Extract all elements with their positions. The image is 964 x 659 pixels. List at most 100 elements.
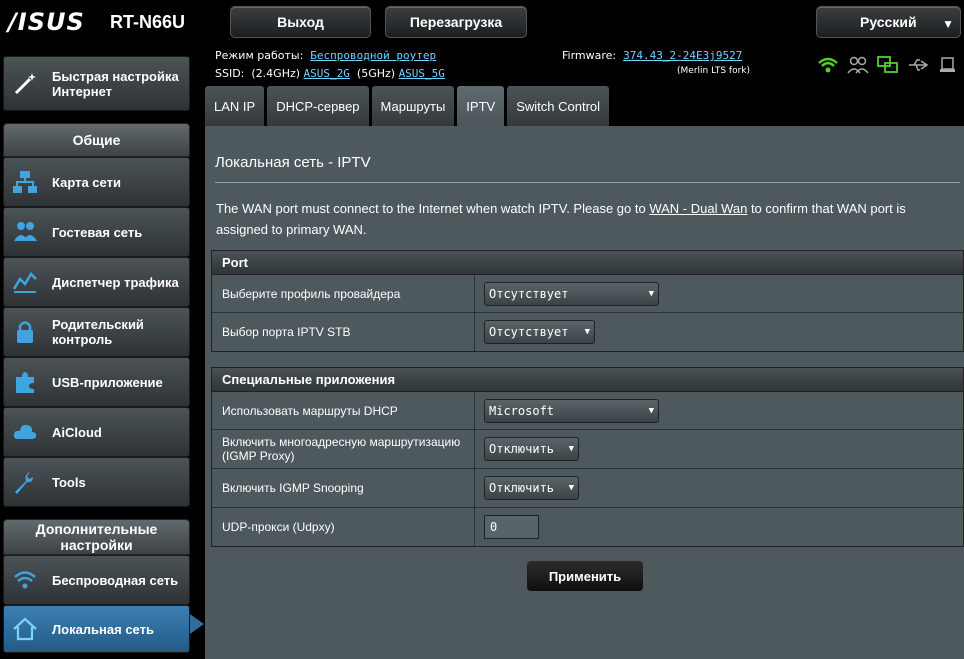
sidebar-item-label: Беспроводная сеть (52, 572, 179, 588)
sidebar-item-network-map[interactable]: Карта сети (3, 157, 190, 207)
status-bar: Режим работы: Беспроводной роутер SSID: … (205, 44, 964, 84)
table-row: Включить многоадресную маршрутизацию (IG… (212, 430, 963, 469)
page-title: Локальная сеть - IPTV (215, 154, 371, 171)
special-apps-table: Специальные приложения Использовать марш… (211, 367, 964, 547)
row-label: Включить многоадресную маршрутизацию (IG… (212, 430, 475, 468)
igmp-snooping-select[interactable]: Отключить ▼ (484, 476, 579, 500)
sidebar-item-lan[interactable]: Локальная сеть (3, 605, 190, 653)
wan-dual-wan-link[interactable]: WAN - Dual Wan (649, 201, 747, 216)
ssid-5-link[interactable]: ASUS_5G (399, 67, 445, 80)
traffic-manager-icon (12, 269, 38, 295)
wifi-status-icon[interactable] (817, 56, 839, 74)
usb-status-icon[interactable] (907, 56, 929, 74)
tab-dhcp[interactable]: DHCP-сервер (267, 86, 369, 126)
tab-switch-control[interactable]: Switch Control (507, 86, 610, 126)
desc-text: The WAN port must connect to the Interne… (216, 201, 650, 216)
tab-lan-ip[interactable]: LAN IP (205, 86, 265, 126)
row-label: Выбор порта IPTV STB (212, 313, 475, 351)
firmware-link[interactable]: 374.43_2-24E3j9527 (623, 49, 742, 62)
lock-icon (12, 319, 38, 345)
chevron-down-icon: ▼ (942, 17, 954, 31)
ssid-24-label: (2.4GHz) (251, 67, 301, 80)
select-value: Microsoft (489, 403, 555, 418)
tab-iptv[interactable]: IPTV (457, 86, 505, 126)
chevron-down-icon: ▼ (648, 405, 654, 416)
sidebar-item-usb-app[interactable]: USB-приложение (3, 357, 190, 407)
iptv-stb-port-select[interactable]: Отсутствует ▼ (484, 320, 595, 344)
language-value: Русский (860, 14, 917, 30)
isp-profile-select[interactable]: Отсутствует ▼ (484, 281, 659, 306)
tab-routes[interactable]: Маршруты (371, 86, 455, 126)
special-section-title: Специальные приложения (212, 368, 963, 392)
firmware-label: Firmware: (562, 49, 617, 62)
ssid-label: SSID: (215, 67, 245, 80)
sidebar-item-label: AiCloud (52, 424, 102, 440)
wrench-icon (12, 469, 38, 495)
printer-icon[interactable] (937, 56, 959, 74)
table-row: Использовать маршруты DHCP Microsoft ▼ (212, 392, 963, 430)
sidebar-item-label: Гостевая сеть (52, 224, 143, 240)
language-select[interactable]: Русский ▼ (816, 6, 961, 38)
ssid-5-label: (5GHz) (356, 67, 396, 80)
general-header: Общие (3, 123, 190, 157)
port-table: Port Выберите профиль провайдера Отсутст… (211, 250, 964, 352)
divider (215, 182, 960, 183)
cloud-icon (12, 419, 38, 445)
port-section-title: Port (212, 251, 963, 275)
sidebar-item-tools[interactable]: Tools (3, 457, 190, 507)
chevron-down-icon: ▼ (648, 288, 654, 299)
dhcp-routes-select[interactable]: Microsoft ▼ (484, 398, 659, 423)
magic-wand-icon (12, 71, 38, 97)
sidebar-item-label: Родительский контроль (52, 317, 144, 347)
reboot-button[interactable]: Перезагрузка (385, 6, 527, 38)
sidebar-item-label: Диспетчер трафика (52, 274, 179, 290)
sidebar-item-aicloud[interactable]: AiCloud (3, 407, 190, 457)
chevron-down-icon: ▼ (568, 483, 574, 493)
wireless-icon (12, 567, 38, 593)
sidebar-item-label: Tools (52, 474, 86, 490)
network-map-icon (12, 169, 38, 195)
sidebar-item-label: Карта сети (52, 174, 121, 190)
udpxy-port-input[interactable]: 0 (484, 515, 539, 539)
firmware-note: (Merlin LTS fork) (677, 66, 751, 76)
ssid-24-link[interactable]: ASUS_2G (304, 67, 350, 80)
select-value: Отключить (489, 481, 555, 495)
home-icon (12, 616, 38, 642)
sidebar-item-wireless[interactable]: Беспроводная сеть (3, 555, 190, 605)
puzzle-icon (12, 369, 38, 395)
select-value: Отключить (489, 442, 555, 456)
sidebar-item-guest-network[interactable]: Гостевая сеть (3, 207, 190, 257)
sidebar-item-traffic-manager[interactable]: Диспетчер трафика (3, 257, 190, 307)
table-row: UDP-прокси (Udpxy) 0 (212, 508, 963, 546)
logout-button[interactable]: Выход (230, 6, 371, 38)
row-label: UDP-прокси (Udpxy) (212, 508, 475, 546)
select-value: Отсутствует (489, 325, 569, 339)
apply-button[interactable]: Применить (526, 560, 644, 592)
description: The WAN port must connect to the Interne… (216, 198, 936, 240)
table-row: Выбор порта IPTV STB Отсутствует ▼ (212, 313, 963, 351)
tab-bar: LAN IP DHCP-сервер Маршруты IPTV Switch … (205, 86, 610, 126)
chevron-down-icon: ▼ (584, 327, 590, 337)
select-value: Отсутствует (489, 286, 569, 301)
brand-logo: /ISUS (8, 8, 85, 36)
mode-link[interactable]: Беспроводной роутер (310, 49, 436, 62)
main-panel: Локальная сеть - IPTV The WAN port must … (205, 126, 964, 659)
table-row: Включить IGMP Snooping Отключить ▼ (212, 469, 963, 508)
row-label: Выберите профиль провайдера (212, 275, 475, 312)
clients-icon[interactable] (847, 56, 869, 74)
network-status-icon[interactable] (877, 56, 899, 74)
sidebar-item-label: Локальная сеть (52, 621, 154, 637)
row-label: Включить IGMP Snooping (212, 469, 475, 507)
sidebar-item-label: USB-приложение (52, 374, 163, 390)
row-label: Использовать маршруты DHCP (212, 392, 475, 429)
igmp-proxy-select[interactable]: Отключить ▼ (484, 437, 579, 461)
mode-label: Режим работы: (215, 49, 304, 62)
chevron-down-icon: ▼ (568, 444, 574, 454)
quick-setup-button[interactable]: Быстрая настройка Интернет (3, 56, 190, 111)
quick-setup-label: Быстрая настройка Интернет (52, 68, 179, 99)
sidebar-item-parental-control[interactable]: Родительский контроль (3, 307, 190, 357)
table-row: Выберите профиль провайдера Отсутствует … (212, 275, 963, 313)
active-indicator (190, 614, 204, 634)
top-bar: /ISUS RT-N66U Выход Перезагрузка Русский… (0, 0, 964, 44)
sidebar: Быстрая настройка Интернет Общие Карта с… (0, 50, 205, 659)
